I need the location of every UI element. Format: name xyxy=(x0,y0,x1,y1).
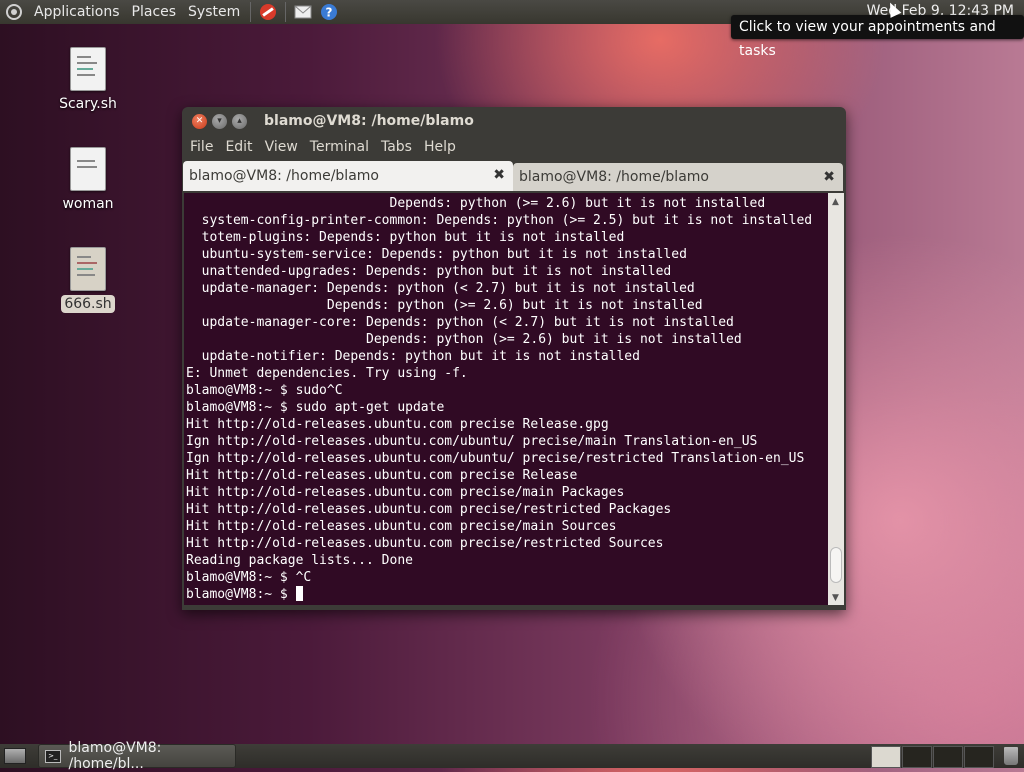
terminal-line: E: Unmet dependencies. Try using -f. xyxy=(186,366,468,381)
workspace-3[interactable] xyxy=(933,746,963,768)
window-title: blamo@VM8: /home/blamo xyxy=(264,113,474,129)
script-file-icon xyxy=(70,47,106,91)
terminal-line: Reading package lists... Done xyxy=(186,553,413,568)
menu-view[interactable]: View xyxy=(259,139,304,155)
terminal-line: Depends: python (>= 2.6) but it is not i… xyxy=(186,298,703,313)
taskbar-window-label: blamo@VM8: /home/bl... xyxy=(68,740,162,772)
scroll-down-arrow-icon[interactable]: ▼ xyxy=(832,593,839,603)
tab-1[interactable]: blamo@VM8: /home/blamo ✖ xyxy=(183,161,513,191)
maximize-icon[interactable]: ▴ xyxy=(232,113,247,129)
terminal-text: Depends: python (>= 2.6) but it is not i… xyxy=(184,193,844,603)
terminal-line: blamo@VM8:~ $ sudo apt-get update xyxy=(186,400,445,415)
terminal-line: blamo@VM8:~ $ ^C xyxy=(186,570,312,585)
tab-label: blamo@VM8: /home/blamo xyxy=(519,169,709,185)
menu-help[interactable]: Help xyxy=(418,139,462,155)
terminal-prompt: blamo@VM8:~ $ xyxy=(186,587,296,602)
workspace-4[interactable] xyxy=(964,746,994,768)
terminal-line: update-manager-core: Depends: python (< … xyxy=(186,315,734,330)
terminal-tabbar: blamo@VM8: /home/blamo ✖ blamo@VM8: /hom… xyxy=(182,159,846,191)
tab-close-icon[interactable]: ✖ xyxy=(823,169,835,185)
terminal-icon: >_ xyxy=(45,749,61,763)
terminal-line: Ign http://old-releases.ubuntu.com/ubunt… xyxy=(186,451,805,466)
bottom-panel: >_ blamo@VM8: /home/bl... xyxy=(0,740,1024,772)
tab-label: blamo@VM8: /home/blamo xyxy=(189,168,379,184)
scroll-up-arrow-icon[interactable]: ▲ xyxy=(832,197,839,207)
svg-text:?: ? xyxy=(326,6,333,20)
workspace-2[interactable] xyxy=(902,746,932,768)
terminal-line: totem-plugins: Depends: python but it is… xyxy=(186,230,625,245)
menu-edit[interactable]: Edit xyxy=(219,139,258,155)
terminal-line: Hit http://old-releases.ubuntu.com preci… xyxy=(186,468,578,483)
scrollbar-thumb[interactable] xyxy=(830,547,842,583)
desktop-icon-label: woman xyxy=(62,196,114,212)
panel-separator xyxy=(285,2,287,22)
terminal-scrollbar[interactable]: ▲ ▼ xyxy=(828,193,844,605)
mail-icon[interactable] xyxy=(293,2,313,22)
terminal-line: update-notifier: Depends: python but it … xyxy=(186,349,640,364)
clock-tooltip: Click to view your appointments and task… xyxy=(731,15,1024,59)
terminal-line: Hit http://old-releases.ubuntu.com preci… xyxy=(186,417,609,432)
taskbar-window-button[interactable]: >_ blamo@VM8: /home/bl... xyxy=(38,740,236,772)
menu-system[interactable]: System xyxy=(182,4,246,20)
desktop-icon-scary-sh[interactable]: Scary.sh xyxy=(48,47,128,113)
no-entry-icon[interactable] xyxy=(258,2,278,22)
text-cursor xyxy=(295,586,303,601)
terminal-line: blamo@VM8:~ $ sudo^C xyxy=(186,383,343,398)
workspace-1[interactable] xyxy=(871,746,901,768)
terminal-line: Hit http://old-releases.ubuntu.com preci… xyxy=(186,519,617,534)
desktop-icon-label: Scary.sh xyxy=(59,96,117,112)
terminal-output[interactable]: Depends: python (>= 2.6) but it is not i… xyxy=(184,193,844,605)
tab-close-icon[interactable]: ✖ xyxy=(493,167,505,183)
menu-places[interactable]: Places xyxy=(126,4,183,20)
terminal-line: Hit http://old-releases.ubuntu.com preci… xyxy=(186,536,664,551)
terminal-line: ubuntu-system-service: Depends: python b… xyxy=(186,247,687,262)
desktop-icon-label: 666.sh xyxy=(61,295,115,313)
terminal-line: Depends: python (>= 2.6) but it is not i… xyxy=(186,332,742,347)
script-file-icon xyxy=(70,247,106,291)
minimize-icon[interactable]: ▾ xyxy=(212,113,227,129)
terminal-menubar: File Edit View Terminal Tabs Help xyxy=(182,135,846,159)
menu-file[interactable]: File xyxy=(184,139,219,155)
terminal-line: Depends: python (>= 2.6) but it is not i… xyxy=(186,196,766,211)
terminal-line: unattended-upgrades: Depends: python but… xyxy=(186,264,672,279)
terminal-line: Hit http://old-releases.ubuntu.com preci… xyxy=(186,502,672,517)
menu-applications[interactable]: Applications xyxy=(28,4,126,20)
menu-tabs[interactable]: Tabs xyxy=(375,139,418,155)
panel-separator xyxy=(250,2,252,22)
close-icon[interactable]: ✕ xyxy=(192,113,207,129)
help-icon[interactable]: ? xyxy=(319,2,339,22)
workspace-switcher xyxy=(870,746,994,768)
ubuntu-logo-icon[interactable] xyxy=(6,4,22,20)
desktop-icon-woman[interactable]: woman xyxy=(48,147,128,213)
trash-icon[interactable] xyxy=(1004,747,1018,765)
terminal-line: system-config-printer-common: Depends: p… xyxy=(186,213,813,228)
window-titlebar[interactable]: ✕ ▾ ▴ blamo@VM8: /home/blamo xyxy=(182,107,846,135)
menu-terminal[interactable]: Terminal xyxy=(304,139,375,155)
terminal-line: update-manager: Depends: python (< 2.7) … xyxy=(186,281,695,296)
desktop-icon-666-sh[interactable]: 666.sh xyxy=(48,247,128,313)
terminal-line: Ign http://old-releases.ubuntu.com/ubunt… xyxy=(186,434,758,449)
terminal-line: Hit http://old-releases.ubuntu.com preci… xyxy=(186,485,625,500)
tab-2[interactable]: blamo@VM8: /home/blamo ✖ xyxy=(513,163,843,191)
show-desktop-icon[interactable] xyxy=(4,748,26,764)
text-file-icon xyxy=(70,147,106,191)
terminal-window: ✕ ▾ ▴ blamo@VM8: /home/blamo File Edit V… xyxy=(182,107,846,610)
